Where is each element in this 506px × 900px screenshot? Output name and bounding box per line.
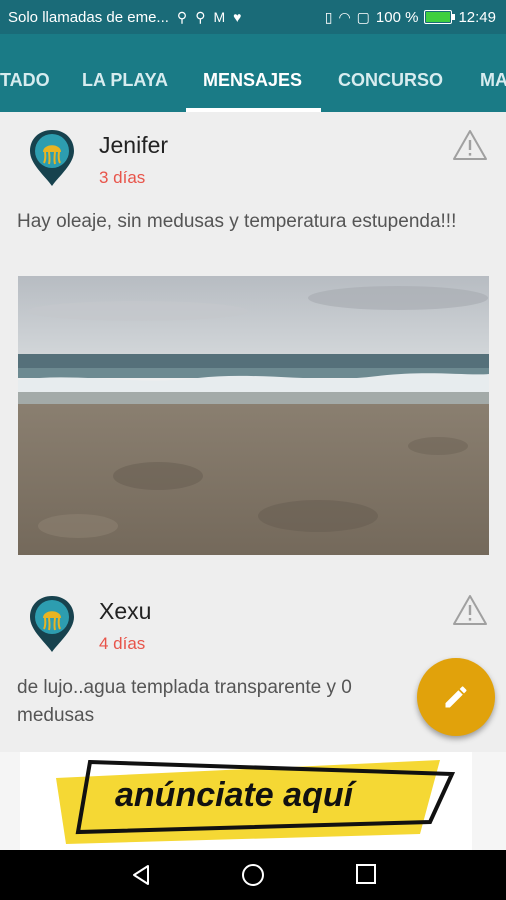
sim-icon: ▢ bbox=[356, 9, 370, 25]
usb-debug-icon: ⚲ bbox=[195, 9, 206, 25]
jellyfish-pin-avatar bbox=[30, 596, 74, 652]
carrier-text: Solo llamadas de eme... bbox=[8, 8, 169, 26]
ad-banner[interactable]: anúnciate aquí bbox=[0, 752, 506, 850]
gmail-icon: M bbox=[213, 9, 226, 25]
message-author: Jenifer bbox=[99, 132, 169, 158]
system-nav-bar bbox=[0, 850, 506, 900]
tab-mensajes[interactable]: MENSAJES bbox=[203, 70, 302, 91]
jellyfish-pin-avatar bbox=[30, 130, 74, 186]
tab-concurso[interactable]: CONCURSO bbox=[338, 70, 443, 91]
message-time: 3 días bbox=[99, 168, 146, 187]
back-icon[interactable] bbox=[129, 863, 153, 887]
usb-icon: ⚲ bbox=[176, 9, 188, 25]
status-left: Solo llamadas de eme... ⚲ ⚲ M ♥ bbox=[8, 8, 241, 26]
message-time: 4 días bbox=[99, 634, 146, 653]
tab-la-playa[interactable]: LA PLAYA bbox=[82, 70, 168, 91]
messages-list[interactable]: Jenifer 3 días Hay oleaje, sin medusas y… bbox=[0, 112, 506, 752]
write-message-button[interactable] bbox=[417, 658, 495, 736]
status-bar: Solo llamadas de eme... ⚲ ⚲ M ♥ ▯ ◠ ▢ 10… bbox=[0, 0, 506, 34]
tab-more[interactable]: MA bbox=[480, 70, 506, 91]
status-right: ▯ ◠ ▢ 100 % 12:49 bbox=[325, 8, 496, 26]
report-warning-icon[interactable] bbox=[452, 129, 488, 161]
tab-bar: TADO LA PLAYA MENSAJES CONCURSO MA bbox=[0, 34, 506, 112]
message-text: de lujo..agua templada transparente y 0 … bbox=[17, 677, 352, 726]
battery-icon bbox=[424, 10, 456, 24]
clock: 12:49 bbox=[458, 8, 496, 26]
home-icon[interactable] bbox=[241, 863, 265, 887]
message-text: Hay oleaje, sin medusas y temperatura es… bbox=[17, 211, 457, 232]
wifi-icon: ◠ bbox=[338, 9, 351, 25]
message-card: Jenifer 3 días Hay oleaje, sin medusas y… bbox=[0, 112, 506, 572]
vibrate-icon: ▯ bbox=[324, 9, 333, 25]
health-icon: ♥ bbox=[233, 9, 242, 25]
ad-text: anúnciate aquí bbox=[115, 776, 354, 814]
beach-photo[interactable] bbox=[18, 276, 489, 555]
pencil-icon bbox=[445, 686, 467, 708]
battery-percent: 100 % bbox=[375, 8, 419, 26]
report-warning-icon[interactable] bbox=[452, 594, 488, 626]
tab-estado[interactable]: TADO bbox=[0, 70, 50, 91]
recents-icon[interactable] bbox=[355, 863, 377, 885]
message-author: Xexu bbox=[99, 598, 152, 624]
